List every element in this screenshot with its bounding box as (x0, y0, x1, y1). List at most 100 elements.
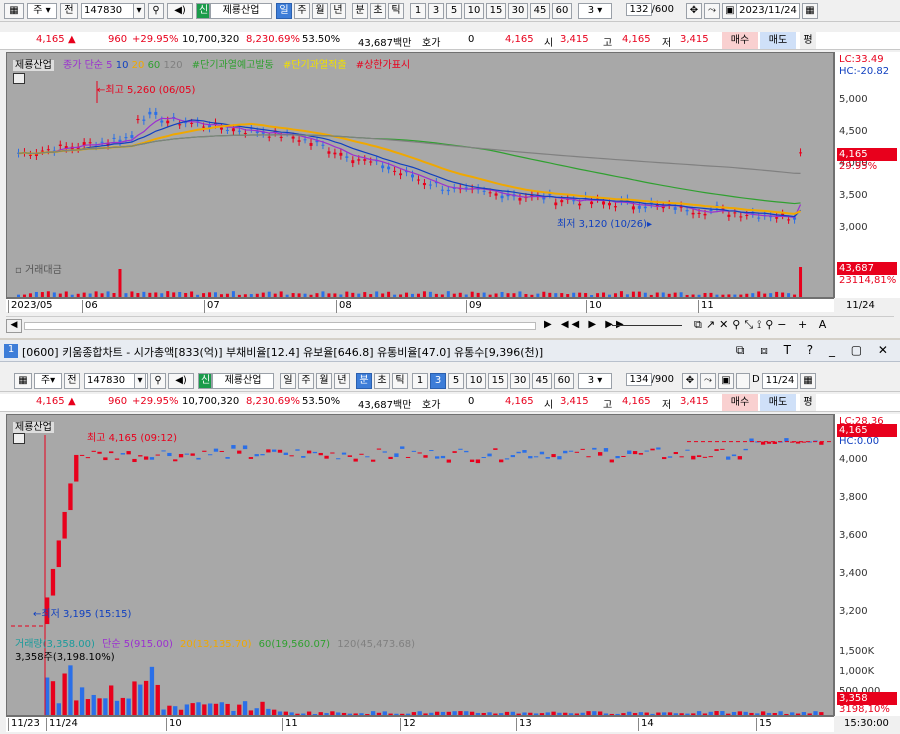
crosshair-icon[interactable]: ⤳ (700, 373, 716, 389)
num-60[interactable]: 60 (554, 373, 574, 389)
period-tick[interactable]: 틱 (392, 373, 408, 389)
scroll-left-icon[interactable]: ◀ (6, 319, 22, 333)
stock-name[interactable]: 제룡산업 (210, 3, 272, 19)
volume-bar (596, 293, 600, 297)
num-30[interactable]: 30 (508, 3, 528, 19)
volume-bar (219, 294, 223, 297)
candle-body (324, 455, 329, 459)
volume-bar (52, 292, 56, 297)
crosshair-icon[interactable]: ⤳ (704, 3, 720, 19)
num-15[interactable]: 15 (486, 3, 506, 19)
num-1[interactable]: 1 (412, 373, 428, 389)
num-10[interactable]: 10 (466, 373, 486, 389)
candle-body (330, 452, 335, 454)
open-price: 3,415 (560, 34, 589, 45)
chart-settings-icon[interactable] (13, 73, 25, 84)
date-input[interactable]: 11/24 (762, 373, 798, 389)
code-dropdown-icon[interactable]: ▾ (133, 3, 145, 19)
period-week[interactable]: 주 (298, 373, 314, 389)
num-45[interactable]: 45 (530, 3, 550, 19)
speaker-icon[interactable]: ◀) (167, 3, 193, 19)
volume-bar (440, 711, 446, 715)
num-3[interactable]: 3 (430, 373, 446, 389)
num-10[interactable]: 10 (464, 3, 484, 19)
chart-menu-icon[interactable]: ▦ (14, 373, 32, 389)
pointer-icon[interactable]: ✥ (686, 3, 702, 19)
candle-body (696, 455, 702, 458)
save-icon[interactable]: ▣ (718, 373, 734, 389)
period-second[interactable]: 초 (370, 3, 386, 19)
num-30[interactable]: 30 (510, 373, 530, 389)
sell-button[interactable]: 매도 (760, 394, 796, 411)
num-60[interactable]: 60 (552, 3, 572, 19)
search-icon[interactable]: ⚲ (148, 3, 164, 19)
market-select[interactable]: 주 ▾ (27, 3, 57, 19)
candle-body (155, 454, 160, 456)
candle-body (545, 457, 550, 459)
sell-button[interactable]: 매도 (760, 32, 796, 49)
num-1[interactable]: 1 (410, 3, 426, 19)
flat-button[interactable]: 평 (800, 32, 816, 49)
period-minute[interactable]: 분 (352, 3, 368, 19)
volume-bar (574, 713, 580, 715)
period-day[interactable]: 일 (276, 3, 292, 19)
period-minute[interactable]: 분 (356, 373, 372, 389)
num-5[interactable]: 5 (448, 373, 464, 389)
volume-bar (289, 712, 294, 715)
d-checkbox[interactable] (736, 373, 750, 389)
candle-body (691, 212, 695, 215)
period-month[interactable]: 월 (316, 373, 332, 389)
jeon-button[interactable]: 전 (64, 373, 80, 389)
chart-menu-icon[interactable]: ▦ (4, 3, 24, 19)
calendar-icon[interactable]: ▦ (802, 3, 818, 19)
candle-body (487, 453, 492, 457)
volume-bar (429, 712, 434, 715)
period-year[interactable]: 년 (334, 373, 350, 389)
unit-select[interactable]: 3 ▾ (578, 3, 612, 19)
candle-body (435, 456, 440, 459)
legend-overheat-warning: #단기과열예고발동 (191, 60, 274, 71)
volume-bar (434, 293, 438, 297)
pointer-icon[interactable]: ✥ (682, 373, 698, 389)
period-week[interactable]: 주 (294, 3, 310, 19)
search-icon[interactable]: ⚲ (150, 373, 166, 389)
buy-button[interactable]: 매수 (722, 32, 758, 49)
period-day[interactable]: 일 (280, 373, 296, 389)
period-month[interactable]: 월 (312, 3, 328, 19)
candle-body (166, 120, 170, 124)
scroll-track[interactable] (24, 322, 536, 330)
num-3[interactable]: 3 (428, 3, 444, 19)
period-year[interactable]: 년 (330, 3, 346, 19)
volume-bar (399, 294, 403, 297)
calendar-icon[interactable]: ▦ (800, 373, 816, 389)
top-scroll-bar[interactable]: ◀ ▶ ◀◀ ▶ ▶▶ ⧉↗✕⚲⤡⟟⚲− + A (6, 316, 894, 334)
drawing-tools[interactable]: ⧉↗✕⚲⤡⟟⚲− + A (694, 318, 830, 332)
code-dropdown-icon[interactable]: ▾ (134, 373, 146, 389)
buy-button[interactable]: 매수 (722, 394, 758, 411)
stock-name[interactable]: 제룡산업 (212, 373, 274, 389)
zoom-slider[interactable] (612, 325, 682, 326)
minute-candle-chart[interactable]: 제룡산업 최고 4,165 (09:12) ←최저 3,195 (15:15) … (6, 414, 834, 716)
period-tick[interactable]: 틱 (388, 3, 404, 19)
num-5[interactable]: 5 (446, 3, 462, 19)
volume-bar (446, 711, 451, 715)
candle-body (388, 456, 393, 460)
speaker-icon[interactable]: ◀) (168, 373, 194, 389)
jeon-button[interactable]: 전 (60, 3, 78, 19)
volume-badge-pct: 23114,81% (839, 275, 897, 286)
unit-select[interactable]: 3 ▾ (578, 373, 612, 389)
num-15[interactable]: 15 (488, 373, 508, 389)
chart-settings-icon[interactable] (13, 433, 25, 444)
volume-bar (109, 685, 114, 715)
market-select[interactable]: 주▾ (34, 373, 62, 389)
num-45[interactable]: 45 (532, 373, 552, 389)
window-title: [0600] 키움종합차트 - 시가총액[833(억)] 부채비율[12.4] … (22, 346, 544, 359)
flat-button[interactable]: 평 (800, 394, 816, 411)
period-second[interactable]: 초 (374, 373, 390, 389)
volume-bar (341, 712, 347, 715)
daily-candle-chart[interactable]: 제룡산업 종가 단순 5 10 20 60 120 #단기과열예고발동 #단기과… (6, 52, 834, 298)
volume-bar (62, 673, 67, 715)
volume-pct: 8,230.69% (246, 396, 301, 407)
date-input[interactable]: 2023/11/24 (736, 3, 800, 19)
window-controls[interactable]: ⧉ ⧈ T ? _ ▢ ✕ (736, 343, 894, 358)
